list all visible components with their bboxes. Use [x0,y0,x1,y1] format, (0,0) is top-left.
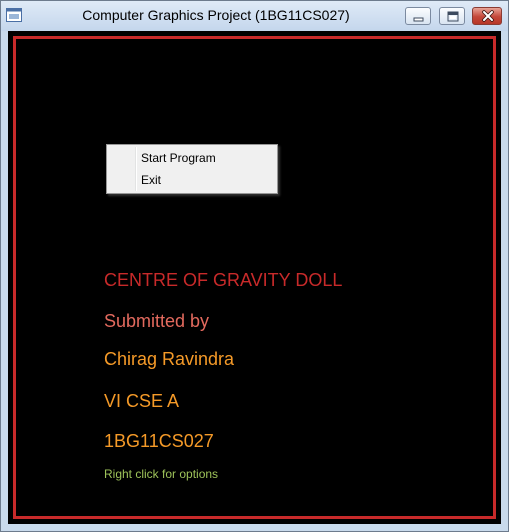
maximize-icon [447,11,459,22]
student-name: Chirag Ravindra [104,349,235,369]
graphics-canvas[interactable]: Start Program Exit CENTRE OF GRAVITY DOL… [8,31,501,524]
minimize-icon [413,17,424,22]
project-title: CENTRE OF GRAVITY DOLL [104,270,343,290]
context-menu: Start Program Exit [106,144,278,194]
menu-item-exit[interactable]: Exit [109,169,275,191]
submitted-by-label: Submitted by [104,311,210,331]
window-title: Computer Graphics Project (1BG11CS027) [82,7,350,23]
student-usn: 1BG11CS027 [104,431,214,451]
minimize-button[interactable] [405,7,431,25]
maximize-button[interactable] [439,7,465,25]
class-section: VI CSE A [104,391,180,411]
close-button[interactable] [472,7,502,25]
menu-item-start-program[interactable]: Start Program [109,147,275,169]
options-hint: Right click for options [104,467,219,481]
title-bar[interactable]: Computer Graphics Project (1BG11CS027) [1,1,508,31]
close-icon [482,10,494,22]
app-window: Computer Graphics Project (1BG11CS027) S… [0,0,509,532]
